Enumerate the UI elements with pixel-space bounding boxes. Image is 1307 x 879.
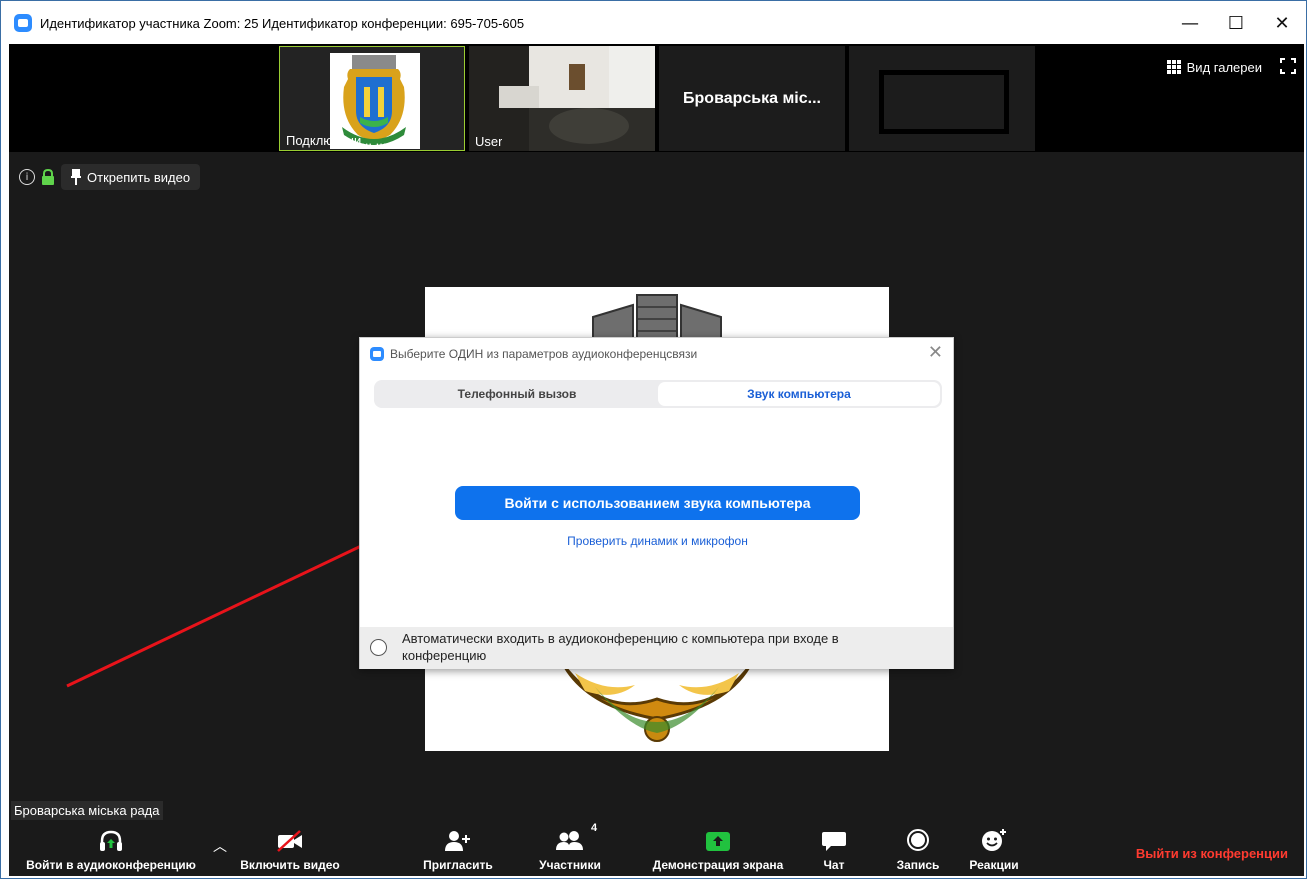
- share-screen-icon: [706, 832, 730, 851]
- meeting-info-bar: i Открепить видео: [19, 164, 201, 190]
- reactions-label: Реакции: [969, 858, 1019, 872]
- zoom-app-icon: [14, 14, 32, 32]
- chat-label: Чат: [823, 858, 845, 872]
- auto-join-checkbox[interactable]: [370, 639, 387, 656]
- chat-icon: [822, 832, 846, 851]
- auto-join-label: Автоматически входить в аудиоконференцию…: [402, 631, 839, 663]
- title-bar: Идентификатор участника Zoom: 25 Идентиф…: [2, 2, 1305, 44]
- video-thumb-brovary[interactable]: Броварська міс...: [659, 46, 845, 151]
- record-icon: [907, 829, 929, 851]
- video-thumb-user[interactable]: User: [469, 46, 655, 151]
- gallery-view-label: Вид галереи: [1186, 59, 1262, 75]
- dialog-title-bar: Выберите ОДИН из параметров аудиоконфере…: [370, 346, 697, 362]
- meeting-toolbar: Войти в аудиоконференцию ︿ Включить виде…: [9, 822, 1304, 876]
- participants-icon: [556, 831, 583, 850]
- video-thumb-blank[interactable]: [849, 46, 1035, 151]
- close-window-button[interactable]: ✕: [1259, 2, 1305, 44]
- window-title: Идентификатор участника Zoom: 25 Идентиф…: [40, 15, 525, 31]
- test-speaker-mic-link[interactable]: Проверить динамик и микрофон: [360, 534, 955, 548]
- join-with-computer-audio-button[interactable]: Войти с использованием звука компьютера: [455, 486, 860, 520]
- participants-count-badge: 4: [591, 822, 598, 834]
- minimize-button[interactable]: —: [1167, 2, 1213, 44]
- record-label: Запись: [896, 858, 940, 872]
- audio-dialog: Выберите ОДИН из параметров аудиоконфере…: [359, 337, 954, 669]
- dialog-footer: Автоматически входить в аудиоконференцию…: [360, 627, 953, 669]
- thumb-label: Подключени... ...: [286, 133, 387, 148]
- maximize-button[interactable]: ☐: [1213, 2, 1259, 44]
- invite-label: Пригласить: [423, 858, 493, 872]
- zoom-window: Идентификатор участника Zoom: 25 Идентиф…: [0, 0, 1307, 879]
- dialog-title: Выберите ОДИН из параметров аудиоконфере…: [390, 347, 698, 361]
- add-person-icon: [445, 831, 470, 851]
- pin-icon: [71, 169, 81, 185]
- video-thumb-connecting[interactable]: Подключени... ...: [279, 46, 465, 151]
- headphones-icon: [100, 830, 122, 851]
- record-button[interactable]: Запись: [883, 824, 953, 876]
- video-strip: Подключени... ... User Броварська міс...: [9, 44, 1304, 152]
- zoom-app-icon: [370, 347, 384, 361]
- start-video-button[interactable]: Включить видео: [235, 824, 345, 876]
- audio-tabs: Телефонный вызов Звук компьютера: [374, 380, 942, 408]
- share-screen-label: Демонстрация экрана: [652, 858, 784, 872]
- thumb-label: User: [475, 134, 503, 149]
- lock-icon[interactable]: [41, 169, 55, 185]
- reactions-button[interactable]: Реакции: [961, 824, 1027, 876]
- fullscreen-icon[interactable]: [1280, 58, 1296, 74]
- meeting-stage: Подключени... ... User Броварська міс...: [9, 44, 1304, 876]
- unpin-video-button[interactable]: Открепить видео: [61, 164, 201, 190]
- add-reaction-icon: [982, 829, 1006, 851]
- grid-icon: [1166, 60, 1181, 74]
- camera-off-icon: [277, 830, 302, 852]
- tab-phone-call[interactable]: Телефонный вызов: [376, 382, 658, 406]
- share-screen-button[interactable]: Демонстрация экрана: [643, 824, 793, 876]
- video-placeholder: [879, 70, 1009, 134]
- audio-options-chevron-icon[interactable]: ︿: [213, 836, 227, 856]
- participant-name: Броварська міс...: [683, 89, 821, 107]
- dialog-close-icon[interactable]: ✕: [928, 342, 943, 363]
- participants-label: Участники: [539, 858, 601, 872]
- invite-button[interactable]: Пригласить: [413, 824, 503, 876]
- info-icon[interactable]: i: [19, 169, 35, 185]
- chat-button[interactable]: Чат: [809, 824, 859, 876]
- leave-meeting-button[interactable]: Выйти из конференции: [1136, 846, 1288, 861]
- active-speaker-label: Броварська міська рада: [11, 801, 163, 820]
- join-audio-label: Войти в аудиоконференцию: [26, 858, 196, 872]
- unpin-video-label: Открепить видео: [87, 169, 191, 185]
- start-video-label: Включить видео: [240, 858, 340, 872]
- tab-computer-audio[interactable]: Звук компьютера: [658, 382, 940, 406]
- gallery-view-button[interactable]: Вид галереи: [1158, 54, 1270, 80]
- window-controls: — ☐ ✕: [1167, 2, 1305, 44]
- participants-button[interactable]: 4 Участники: [525, 822, 615, 876]
- join-audio-button[interactable]: Войти в аудиоконференцию: [13, 824, 209, 876]
